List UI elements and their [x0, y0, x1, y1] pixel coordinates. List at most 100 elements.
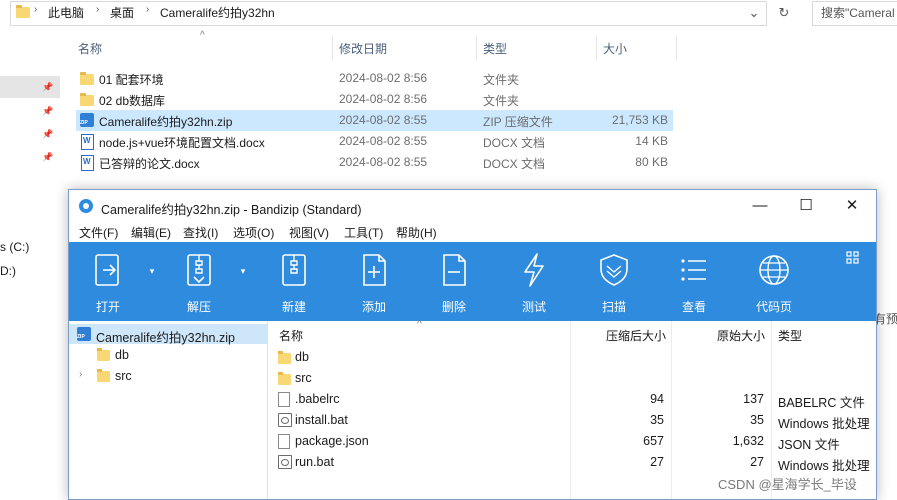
file-date: 2024-08-02 8:55 [339, 155, 428, 169]
bandizip-window: Cameralife约拍y32hn.zip - Bandizip (Standa… [68, 189, 877, 500]
list-item-original: 35 [750, 413, 764, 427]
file-row[interactable]: 已答辩的论文.docx 2024-08-02 8:55 DOCX 文档 80 K… [76, 152, 673, 173]
search-input[interactable]: 搜索"Cameral [812, 1, 897, 26]
breadcrumb-item[interactable]: 桌面 [110, 4, 134, 21]
file-type: ZIP 压缩文件 [483, 115, 553, 129]
extract-button[interactable]: 解压 [160, 242, 238, 321]
toolbar-label: 新建 [281, 300, 306, 314]
word-icon [80, 134, 94, 150]
maximize-button[interactable]: ☐ [783, 190, 829, 222]
file-name: node.js+vue环境配置文档.docx [99, 136, 265, 150]
add-button[interactable]: 添加 [335, 242, 413, 321]
tree-item-root[interactable]: Cameralife约拍y32hn.zip [69, 324, 267, 345]
column-header-name[interactable]: 名称 [279, 327, 303, 344]
refresh-icon[interactable]: ↻ [772, 1, 796, 24]
file-type: DOCX 文档 [483, 136, 546, 150]
file-type: DOCX 文档 [483, 157, 546, 171]
folder-icon [278, 372, 291, 385]
menu-tools[interactable]: 工具(T) [344, 224, 383, 241]
codepage-button[interactable]: 代码页 [735, 242, 813, 321]
file-size: 80 KB [635, 155, 668, 169]
folder-icon [97, 369, 110, 382]
column-header-type[interactable]: 类型 [778, 327, 802, 344]
new-archive-icon [282, 254, 306, 286]
file-row[interactable]: 02 db数据库 2024-08-02 8:56 文件夹 [76, 89, 673, 110]
file-name: 02 db数据库 [99, 94, 166, 108]
file-row[interactable]: 01 配套环境 2024-08-02 8:56 文件夹 [76, 68, 673, 89]
pin-icon[interactable]: 📌 [42, 129, 53, 139]
folder-icon [80, 92, 94, 106]
menu-options[interactable]: 选项(O) [233, 224, 274, 241]
list-item-name: db [295, 350, 309, 364]
file-size: 21,753 KB [611, 113, 668, 127]
breadcrumb-item[interactable]: Cameralife约拍y32hn [160, 4, 275, 21]
toolbar-label: 删除 [441, 300, 466, 314]
nav-drive-c[interactable]: s (C:) [0, 240, 29, 254]
zip-icon [80, 113, 94, 127]
list-item[interactable]: db [271, 347, 876, 368]
folder-icon [278, 351, 291, 364]
open-icon [95, 254, 119, 286]
list-item[interactable]: package.json 657 1,632 JSON 文件 [271, 431, 876, 452]
breadcrumb-item[interactable]: 此电脑 [48, 4, 84, 21]
column-header-compressed[interactable]: 压缩后大小 [606, 327, 666, 344]
file-size: 14 KB [635, 134, 668, 148]
test-icon [524, 253, 544, 287]
close-button[interactable]: ✕ [829, 190, 875, 222]
list-item-compressed: 27 [650, 455, 664, 469]
list-item-name: install.bat [295, 413, 348, 427]
file-row[interactable]: node.js+vue环境配置文档.docx 2024-08-02 8:55 D… [76, 131, 673, 152]
menu-help[interactable]: 帮助(H) [396, 224, 437, 241]
list-item-original: 27 [750, 455, 764, 469]
pin-icon[interactable]: 📌 [42, 82, 53, 92]
column-header-size[interactable]: 大小 [603, 40, 627, 57]
column-header-date[interactable]: 修改日期 [339, 40, 387, 57]
tree-item-label: src [115, 369, 132, 383]
list-item-original: 137 [743, 392, 764, 406]
view-list-icon [681, 259, 706, 281]
chevron-down-icon[interactable]: ⌄ [742, 1, 766, 24]
extract-icon [187, 254, 211, 286]
column-divider [676, 36, 677, 60]
view-button[interactable]: 查看 [655, 242, 733, 321]
list-item[interactable]: install.bat 35 35 Windows 批处理 [271, 410, 876, 431]
toolbar-label: 代码页 [755, 300, 792, 314]
list-item-compressed: 657 [643, 434, 664, 448]
folder-icon [80, 71, 94, 85]
list-item[interactable]: .babelrc 94 137 BABELRC 文件 [271, 389, 876, 410]
chevron-right-icon[interactable]: › [79, 369, 82, 380]
file-row-selected[interactable]: Cameralife约拍y32hn.zip 2024-08-02 8:55 ZI… [76, 110, 673, 131]
minimize-button[interactable]: — [737, 190, 783, 222]
column-header-original[interactable]: 原始大小 [717, 327, 765, 344]
tree-item-src[interactable]: › src [69, 366, 267, 386]
column-header-type[interactable]: 类型 [483, 40, 507, 57]
archive-file-list: ^ 名称 压缩后大小 原始大小 类型 db src .babelrc 94 13… [271, 319, 876, 499]
chevron-down-icon[interactable]: ▾ [146, 266, 158, 278]
test-button[interactable]: 测试 [495, 242, 573, 321]
open-button[interactable]: 打开 [69, 242, 147, 321]
nav-drive-d[interactable]: D:) [0, 264, 16, 278]
chevron-down-icon[interactable]: ▾ [237, 266, 249, 278]
list-item[interactable]: run.bat 27 27 Windows 批处理 [271, 452, 876, 473]
delete-button[interactable]: 删除 [415, 242, 493, 321]
title-bar[interactable]: Cameralife约拍y32hn.zip - Bandizip (Standa… [69, 190, 876, 222]
file-type: 文件夹 [483, 94, 520, 108]
list-item-type: Windows 批处理 [778, 459, 870, 473]
pin-icon[interactable]: 📌 [42, 152, 53, 162]
column-header-name[interactable]: 名称 [78, 40, 102, 57]
new-archive-button[interactable]: 新建 [255, 242, 333, 321]
list-item-compressed: 94 [650, 392, 664, 406]
file-icon [278, 392, 290, 407]
menu-edit[interactable]: 编辑(E) [131, 224, 171, 241]
list-item[interactable]: src [271, 368, 876, 389]
folder-tree: Cameralife约拍y32hn.zip db › src [69, 321, 268, 499]
toolbar-label: 解压 [186, 300, 211, 314]
layout-grid-icon[interactable] [845, 250, 861, 266]
menu-file[interactable]: 文件(F) [79, 224, 118, 241]
pin-icon[interactable]: 📌 [42, 106, 53, 116]
column-divider [476, 36, 477, 60]
menu-find[interactable]: 查找(I) [183, 224, 218, 241]
tree-item-db[interactable]: db [69, 345, 267, 365]
scan-button[interactable]: 扫描 [575, 242, 653, 321]
menu-view[interactable]: 视图(V) [289, 224, 329, 241]
